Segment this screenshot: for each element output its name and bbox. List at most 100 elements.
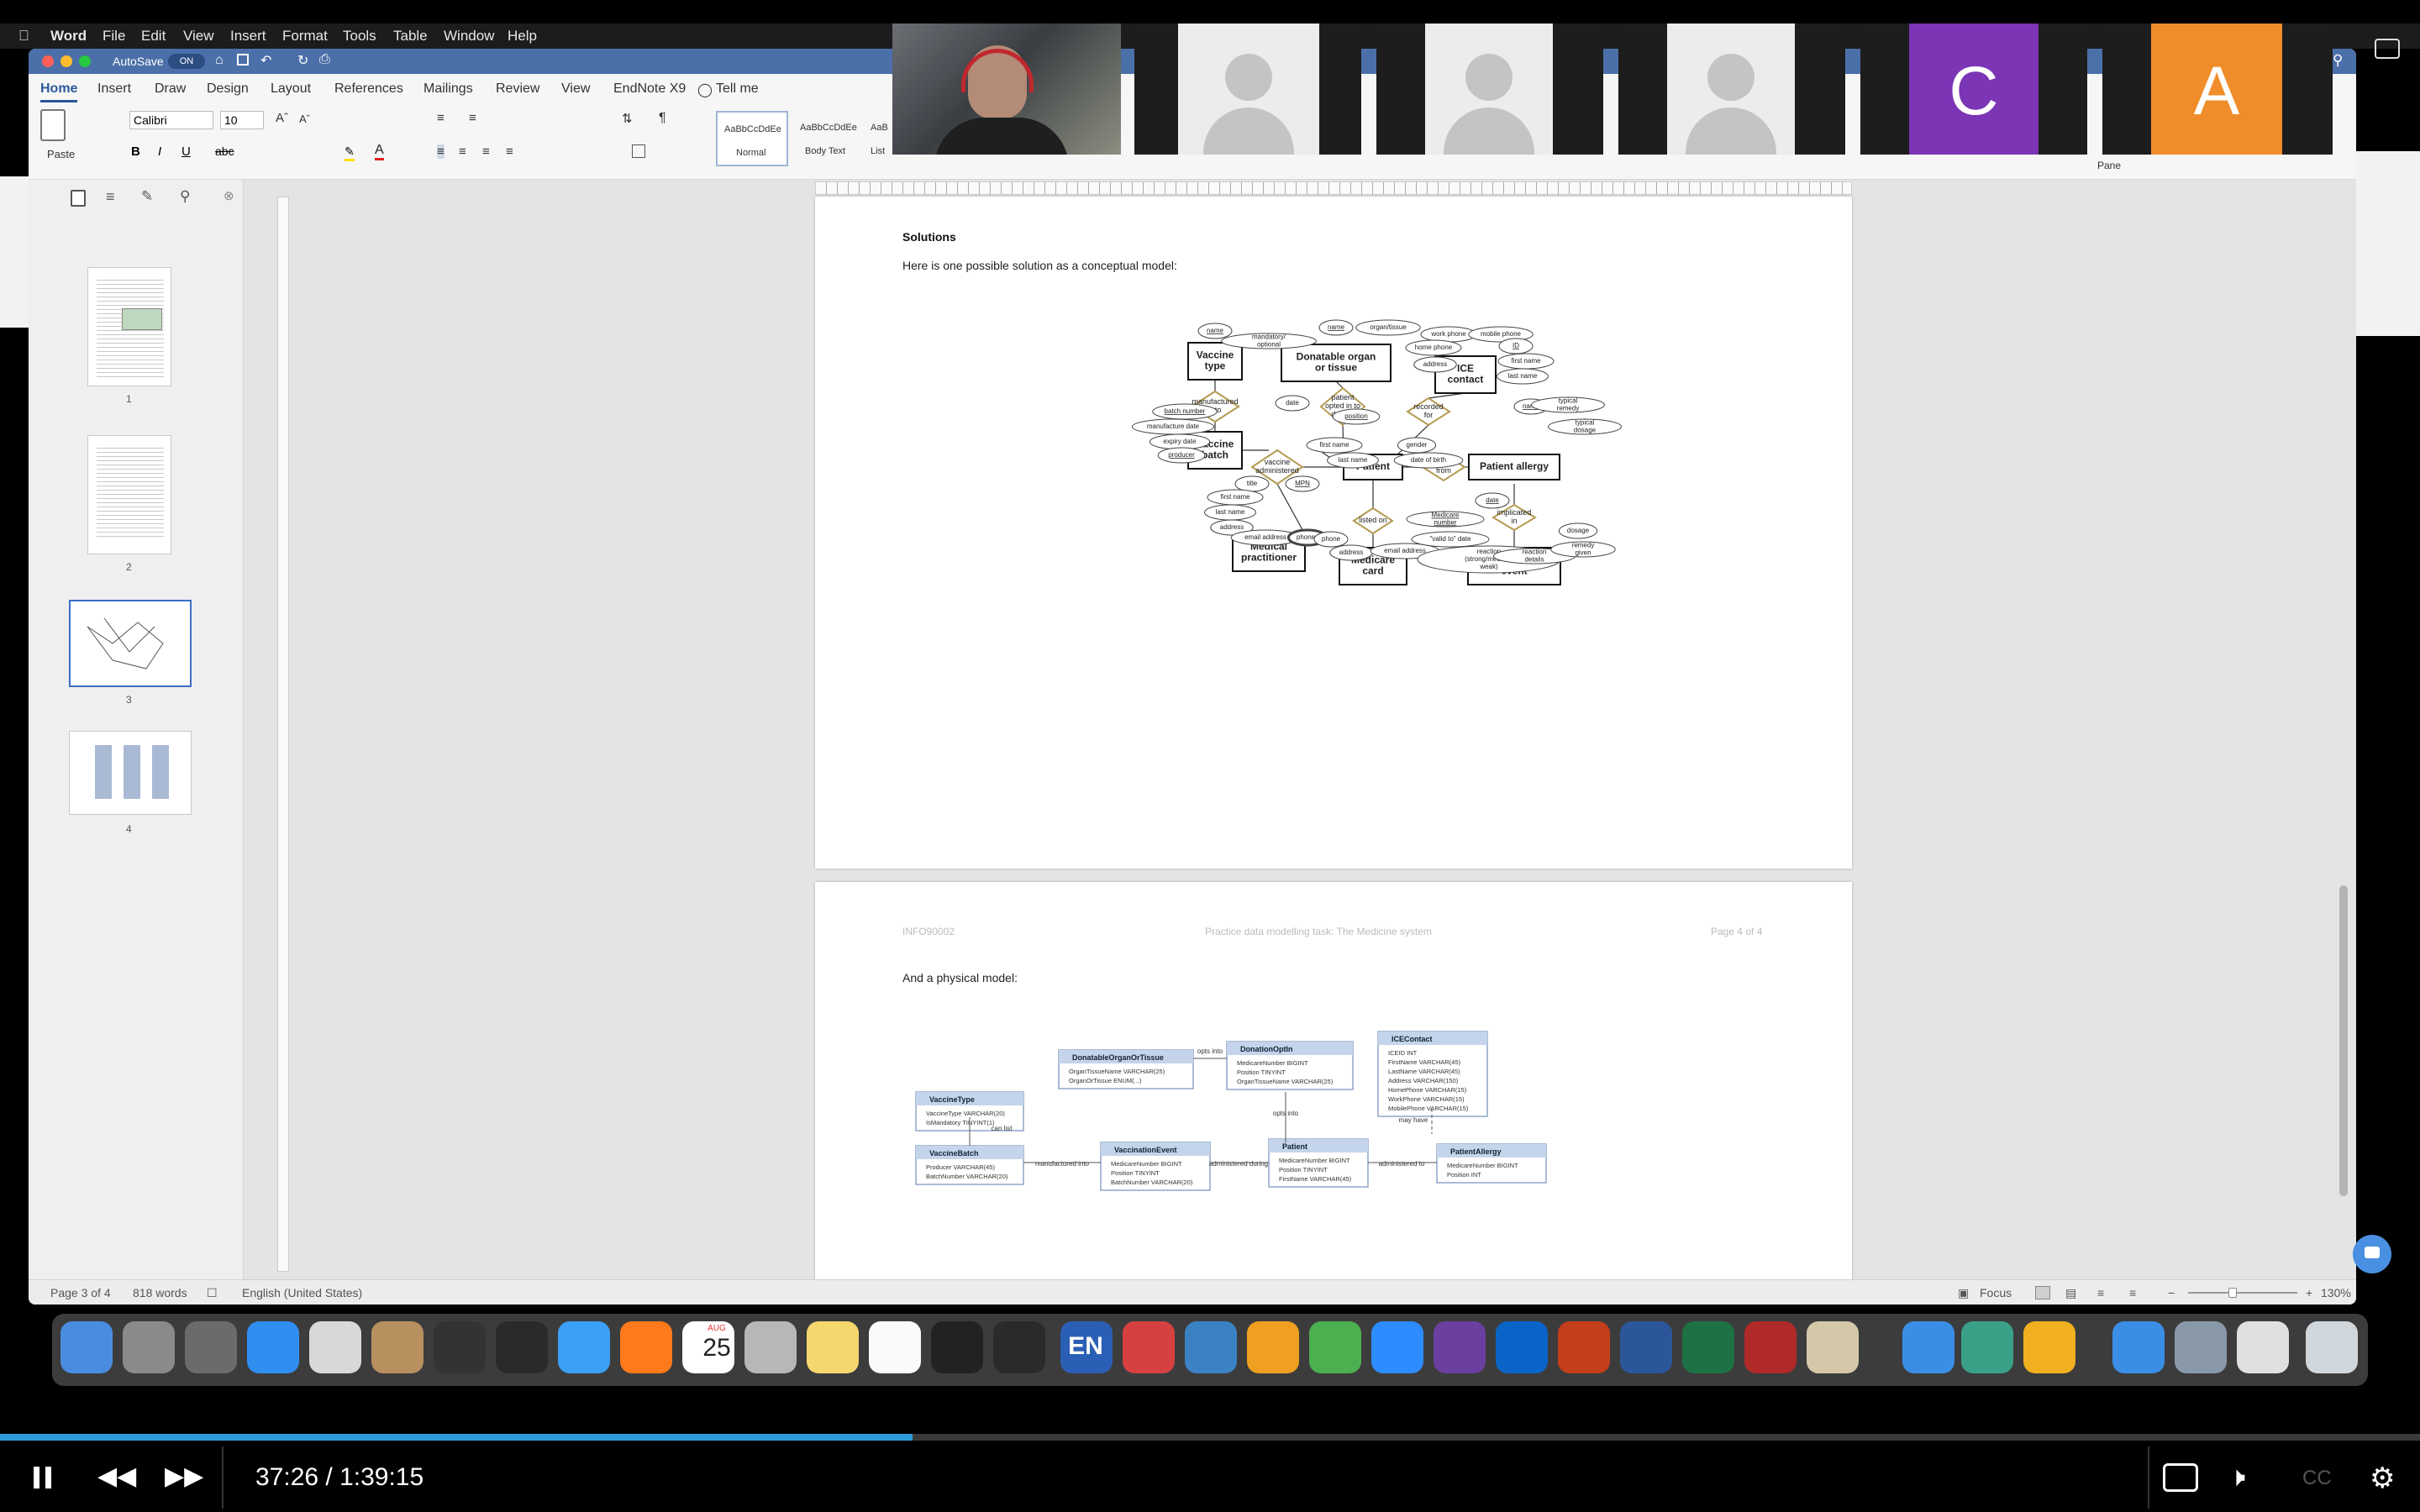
undo-icon[interactable]: ↶ bbox=[260, 52, 271, 69]
paste-icon[interactable] bbox=[40, 109, 66, 141]
highlight-icon[interactable]: ✎ bbox=[345, 144, 355, 161]
vertical-scrollbar[interactable] bbox=[2339, 885, 2348, 1196]
menu-edit[interactable]: Edit bbox=[141, 28, 166, 45]
status-focus[interactable]: Focus bbox=[1980, 1286, 2012, 1299]
status-words[interactable]: 818 words bbox=[133, 1286, 187, 1299]
dock-app-icon[interactable] bbox=[1123, 1321, 1175, 1373]
comments-tab-icon[interactable]: ✎ bbox=[141, 188, 153, 205]
speaker-video-tile[interactable] bbox=[892, 24, 1121, 155]
style-normal[interactable]: AaBbCcDdEe Normal bbox=[716, 111, 788, 166]
search-icon[interactable]: ⚲ bbox=[2333, 52, 2343, 69]
captions-button[interactable]: CC bbox=[2302, 1467, 2332, 1490]
status-zoom[interactable]: 130% bbox=[2321, 1286, 2351, 1299]
pilcrow-icon[interactable]: ¶ bbox=[659, 111, 666, 126]
document-canvas[interactable]: Solutions Here is one possible solution … bbox=[244, 180, 2356, 1284]
dock-app-icon[interactable] bbox=[1371, 1321, 1423, 1373]
zoom-out-icon[interactable]: − bbox=[2168, 1286, 2175, 1299]
menu-table[interactable]: Table bbox=[393, 28, 428, 45]
participant-tile-3[interactable] bbox=[1618, 24, 1845, 155]
style-body-text[interactable]: AaBbCcDdEe Body Text bbox=[793, 111, 864, 166]
dock-app-icon[interactable] bbox=[558, 1321, 610, 1373]
dock-app-icon[interactable] bbox=[1247, 1321, 1299, 1373]
participant-tile-c[interactable]: C bbox=[1860, 24, 2087, 155]
dock-app-icon[interactable] bbox=[620, 1321, 672, 1373]
page-thumbnail-3[interactable] bbox=[69, 600, 192, 687]
menu-format[interactable]: Format bbox=[282, 28, 328, 45]
dock-app-icon[interactable] bbox=[1185, 1321, 1237, 1373]
nav-search-icon[interactable]: ⚲ bbox=[180, 188, 190, 205]
paste-label[interactable]: Paste bbox=[47, 148, 75, 160]
dock-app-icon[interactable] bbox=[1558, 1321, 1610, 1373]
volume-icon[interactable]: 🕨 bbox=[2228, 1462, 2245, 1494]
redo-icon[interactable]: ↻ bbox=[297, 52, 308, 69]
dock-app-icon[interactable] bbox=[1309, 1321, 1361, 1373]
align-left-icon[interactable]: ≡ bbox=[437, 144, 445, 159]
dock-app-icon[interactable] bbox=[2175, 1321, 2227, 1373]
tab-review[interactable]: Review bbox=[496, 81, 539, 97]
page-thumbnail-2[interactable] bbox=[87, 435, 171, 554]
dock-app-icon[interactable] bbox=[869, 1321, 921, 1373]
tab-layout[interactable]: Layout bbox=[271, 81, 311, 97]
settings-gear-icon[interactable]: ⚙ bbox=[2370, 1462, 2395, 1495]
draft-view-icon[interactable]: ≡ bbox=[2129, 1286, 2136, 1299]
page-thumbnail-1[interactable] bbox=[87, 267, 171, 386]
styles-pane-label[interactable]: Pane bbox=[2097, 160, 2121, 171]
strikethrough-icon[interactable]: abc bbox=[215, 144, 234, 158]
dock-app-icon[interactable] bbox=[1902, 1321, 1954, 1373]
italic-icon[interactable]: I bbox=[158, 144, 161, 159]
tab-design[interactable]: Design bbox=[207, 81, 249, 97]
rewind-icon[interactable]: ◀◀ bbox=[97, 1462, 136, 1491]
tell-me-search[interactable]: Tell me bbox=[716, 81, 759, 97]
autosave-toggle[interactable]: ON bbox=[168, 54, 205, 69]
ruler-horizontal[interactable] bbox=[815, 181, 1852, 195]
tab-insert[interactable]: Insert bbox=[97, 81, 131, 97]
dock-app-icon[interactable] bbox=[371, 1321, 424, 1373]
font-color-icon[interactable]: A bbox=[375, 143, 384, 160]
ruler-vertical[interactable] bbox=[277, 197, 289, 1272]
numbering-icon[interactable]: ≡ bbox=[469, 111, 476, 125]
dock-app-icon[interactable] bbox=[1496, 1321, 1548, 1373]
dock-app-icon[interactable] bbox=[247, 1321, 299, 1373]
underline-icon[interactable]: U bbox=[182, 144, 191, 159]
zoom-in-icon[interactable]: + bbox=[2306, 1286, 2312, 1299]
dock-app-icon[interactable] bbox=[1682, 1321, 1734, 1373]
airplay-icon[interactable] bbox=[2163, 1463, 2198, 1492]
page-4[interactable]: INFO90002 Practice data modelling task: … bbox=[815, 882, 1852, 1284]
bullets-icon[interactable]: ≡ bbox=[437, 111, 445, 125]
web-layout-icon[interactable]: ▤ bbox=[2065, 1286, 2076, 1300]
dock-app-icon[interactable] bbox=[807, 1321, 859, 1373]
dock-app-icon[interactable] bbox=[434, 1321, 486, 1373]
dock-app-icon[interactable] bbox=[185, 1321, 237, 1373]
align-right-icon[interactable]: ≡ bbox=[482, 144, 490, 159]
dock-app-icon[interactable] bbox=[1744, 1321, 1797, 1373]
align-center-icon[interactable]: ≡ bbox=[459, 144, 466, 159]
bold-icon[interactable]: B bbox=[131, 144, 140, 159]
shrink-font-icon[interactable]: Aˇ bbox=[299, 113, 310, 125]
tab-draw[interactable]: Draw bbox=[155, 81, 186, 97]
dock-app-icon[interactable] bbox=[60, 1321, 113, 1373]
font-name-select[interactable]: Calibri bbox=[129, 111, 213, 129]
participant-tile-a[interactable]: A bbox=[2102, 24, 2333, 155]
dock-app-icon[interactable] bbox=[1807, 1321, 1859, 1373]
status-language[interactable]: English (United States) bbox=[242, 1286, 362, 1299]
borders-icon[interactable] bbox=[632, 144, 645, 158]
dock-app-icon[interactable] bbox=[2237, 1321, 2289, 1373]
headings-tab-icon[interactable]: ≡ bbox=[106, 188, 115, 206]
close-window-icon[interactable] bbox=[42, 55, 54, 67]
menu-app-name[interactable]: Word bbox=[50, 28, 87, 45]
dock-app-icon[interactable] bbox=[2306, 1321, 2358, 1373]
menu-window[interactable]: Window bbox=[444, 28, 494, 45]
layout-switch-icon[interactable] bbox=[2375, 39, 2400, 59]
dock-app-icon[interactable] bbox=[496, 1321, 548, 1373]
participant-tile-1[interactable] bbox=[1134, 24, 1361, 155]
tab-references[interactable]: References bbox=[334, 81, 403, 97]
dock-app-icon[interactable] bbox=[1434, 1321, 1486, 1373]
menu-help[interactable]: Help bbox=[508, 28, 537, 45]
grow-font-icon[interactable]: Aˆ bbox=[276, 111, 288, 125]
print-layout-icon[interactable] bbox=[2035, 1286, 2050, 1299]
zoom-slider-thumb[interactable] bbox=[2228, 1288, 2237, 1298]
tab-endnote[interactable]: EndNote X9 bbox=[613, 81, 686, 97]
save-icon[interactable] bbox=[237, 54, 249, 66]
menu-view[interactable]: View bbox=[183, 28, 214, 45]
font-size-select[interactable]: 10 bbox=[220, 111, 264, 129]
